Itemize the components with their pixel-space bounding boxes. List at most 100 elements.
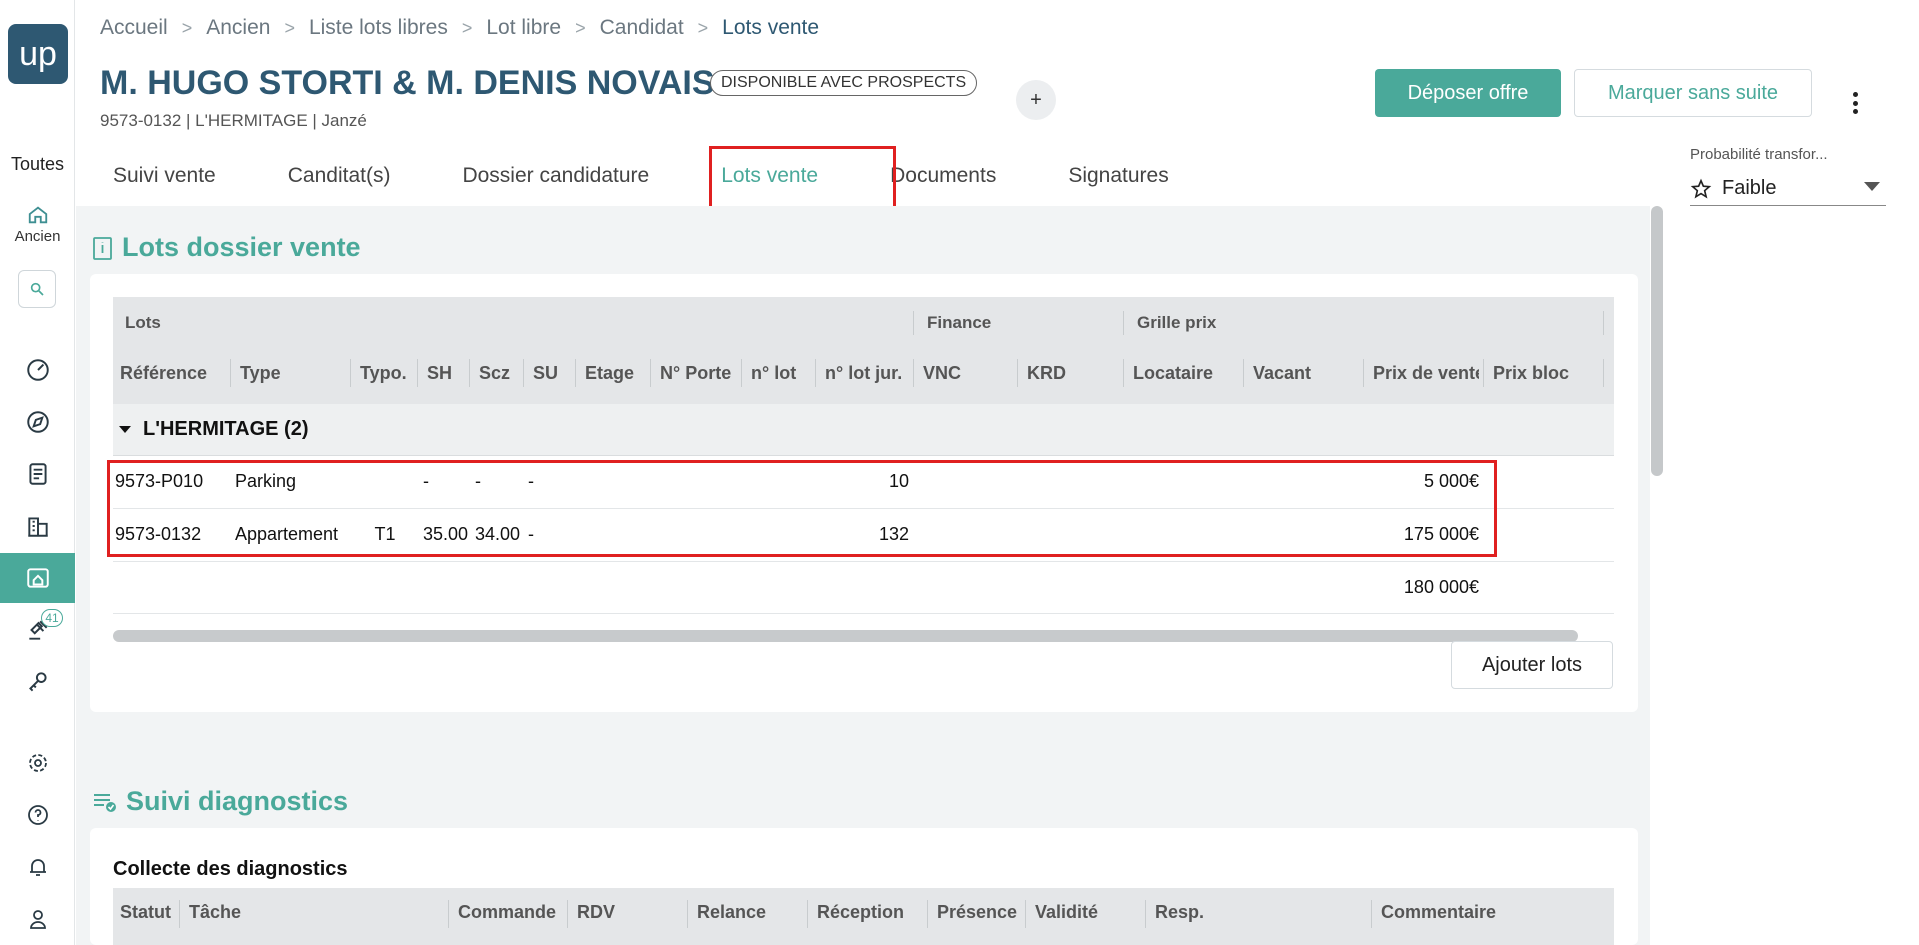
notification-badge: 41 — [41, 609, 63, 627]
document-list-icon — [28, 463, 47, 485]
breadcrumb-lot-libre[interactable]: Lot libre — [486, 16, 561, 40]
table-header: Lots Finance Grille prix Référence Type … — [113, 297, 1614, 404]
column-header[interactable]: Etage — [585, 363, 634, 384]
sidebar-item-list[interactable] — [0, 449, 75, 499]
breadcrumb-liste-lots[interactable]: Liste lots libres — [309, 16, 448, 40]
deposer-offre-button[interactable]: Déposer offre — [1375, 69, 1561, 117]
chevron-right-icon: > — [575, 17, 586, 38]
house-sale-icon — [26, 568, 49, 588]
add-button[interactable]: + — [1016, 80, 1056, 120]
more-options-icon[interactable] — [1845, 88, 1865, 118]
tab-documents[interactable]: Documents — [890, 148, 996, 204]
ajouter-lots-button[interactable]: Ajouter lots — [1451, 641, 1613, 689]
gear-icon — [28, 754, 47, 772]
help-icon — [27, 805, 48, 825]
sidebar-item-compass[interactable] — [0, 397, 75, 447]
column-header[interactable]: N° Porte — [660, 363, 731, 384]
breadcrumb-ancien[interactable]: Ancien — [206, 16, 270, 40]
column-header[interactable]: Relance — [697, 902, 766, 923]
total-prix-vente: 180 000€ — [1403, 577, 1479, 597]
tab-signatures[interactable]: Signatures — [1068, 148, 1168, 204]
breadcrumb-accueil[interactable]: Accueil — [100, 16, 168, 40]
column-header[interactable]: KRD — [1027, 363, 1066, 384]
speedometer-icon — [26, 359, 49, 381]
sidebar-item-settings[interactable] — [0, 738, 75, 788]
column-header[interactable]: Tâche — [189, 902, 241, 923]
caret-down-icon[interactable] — [119, 426, 131, 433]
lots-table: Lots Finance Grille prix Référence Type … — [113, 297, 1614, 614]
column-header[interactable]: Resp. — [1155, 902, 1204, 923]
diag-table-header: Statut Tâche Commande RDV Relance Récept… — [113, 888, 1614, 945]
column-header[interactable]: n° lot jur. — [825, 363, 902, 384]
bell-icon — [29, 859, 46, 876]
horizontal-scrollbar[interactable] — [113, 630, 1578, 642]
breadcrumb-candidat[interactable]: Candidat — [600, 16, 684, 40]
column-header[interactable]: Référence — [120, 363, 207, 384]
column-header[interactable]: Prix de vente — [1373, 363, 1479, 384]
status-badge: DISPONIBLE AVEC PROSPECTS — [710, 70, 978, 96]
sidebar-search-button[interactable] — [18, 270, 56, 308]
page-title: M. HUGO STORTI & M. DENIS NOVAIS — [100, 64, 715, 102]
column-header[interactable]: SH — [427, 363, 452, 384]
key-icon — [28, 672, 47, 692]
marquer-sans-suite-button[interactable]: Marquer sans suite — [1574, 69, 1812, 117]
column-header[interactable]: VNC — [923, 363, 961, 384]
checklist-icon — [94, 793, 116, 812]
page-subtitle: 9573-0132 | L'HERMITAGE | Janzé — [100, 111, 367, 130]
sidebar-item-help[interactable] — [0, 790, 75, 840]
lots-section-title: Lots dossier vente — [92, 232, 361, 263]
group-header-finance: Finance — [927, 313, 992, 332]
probabilite-value: Faible — [1722, 177, 1777, 199]
total-row: 180 000€ — [113, 562, 1614, 614]
sidebar-item-buildings[interactable] — [0, 501, 75, 551]
group-header-lots: Lots — [125, 313, 161, 332]
column-header[interactable]: Vacant — [1253, 363, 1311, 384]
tab-suivi-vente[interactable]: Suivi vente — [113, 148, 216, 204]
sidebar-item-auctions[interactable]: 41 — [0, 605, 75, 655]
compass-icon — [26, 411, 49, 433]
tab-highlight-box — [709, 146, 896, 210]
home-icon — [28, 206, 47, 224]
chevron-right-icon: > — [181, 17, 193, 38]
column-header[interactable]: Locataire — [1133, 363, 1213, 384]
chevron-right-icon: > — [284, 17, 295, 38]
column-header[interactable]: Commande — [458, 902, 556, 923]
column-header[interactable]: Type — [240, 363, 281, 384]
sidebar-item-dashboard[interactable] — [0, 345, 75, 395]
tab-dossier-candidature[interactable]: Dossier candidature — [462, 148, 649, 204]
column-header[interactable]: Statut — [120, 902, 171, 923]
info-book-icon — [93, 236, 112, 260]
column-header[interactable]: Scz — [479, 363, 510, 384]
building-icon — [27, 517, 48, 537]
breadcrumb: Accueil > Ancien > Liste lots libres > L… — [100, 16, 819, 40]
sidebar-item-lots[interactable] — [0, 553, 75, 603]
column-header[interactable]: RDV — [577, 902, 615, 923]
vertical-scrollbar[interactable] — [1651, 206, 1663, 476]
diag-subtitle: Collecte des diagnostics — [113, 858, 348, 880]
probabilite-label: Probabilité transfor... — [1690, 146, 1828, 163]
tab-canditats[interactable]: Canditat(s) — [288, 148, 391, 204]
column-header[interactable]: n° lot — [751, 363, 796, 384]
sidebar-toutes[interactable]: Toutes — [0, 154, 75, 175]
column-header[interactable]: Réception — [817, 902, 904, 923]
column-header[interactable]: Commentaire — [1381, 902, 1496, 923]
column-header[interactable]: Typo. — [360, 363, 407, 384]
column-header[interactable]: Validité — [1035, 902, 1098, 923]
sidebar-item-ancien[interactable]: Ancien — [0, 204, 75, 245]
chevron-right-icon: > — [697, 17, 709, 38]
app-logo[interactable]: up — [8, 24, 68, 84]
group-row-label: L'HERMITAGE (2) — [143, 418, 309, 440]
column-header[interactable]: Prix bloc — [1493, 363, 1569, 384]
probabilite-select[interactable]: Faible — [1690, 172, 1886, 206]
column-header[interactable]: Présence — [937, 902, 1017, 923]
group-row[interactable]: L'HERMITAGE (2) — [113, 404, 1614, 456]
sidebar-item-notifications[interactable] — [0, 842, 75, 892]
sidebar-item-profile[interactable] — [0, 894, 75, 944]
column-header[interactable]: SU — [533, 363, 558, 384]
sidebar-item-keys[interactable] — [0, 657, 75, 707]
group-header-grille-prix: Grille prix — [1137, 313, 1217, 332]
diag-section-title: Suivi diagnostics — [92, 786, 348, 817]
rows-highlight-box — [107, 460, 1497, 557]
breadcrumb-current: Lots vente — [722, 16, 820, 39]
user-icon — [29, 910, 46, 929]
